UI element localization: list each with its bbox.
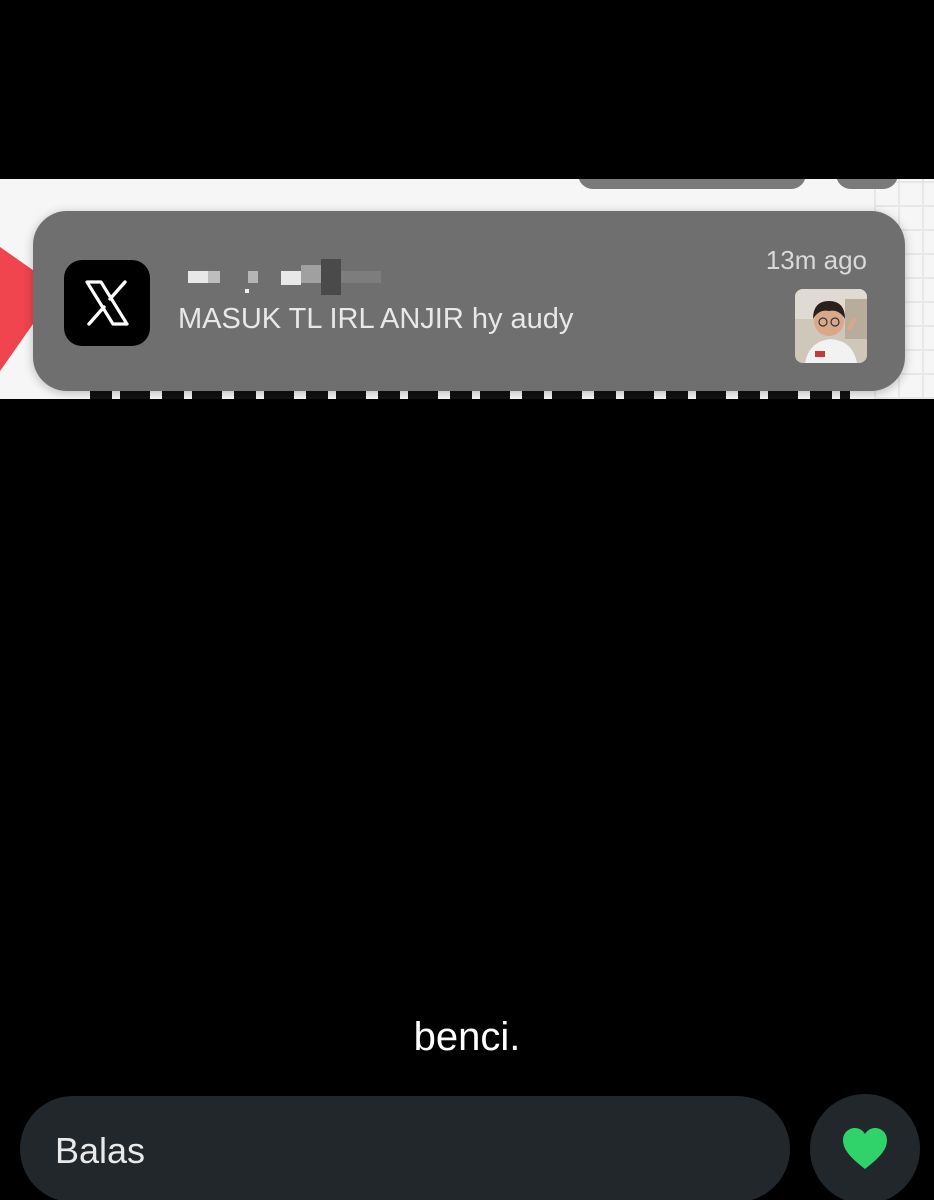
x-logo-icon (64, 260, 150, 346)
profile-photo-thumbnail (795, 289, 867, 363)
reply-placeholder: Balas (55, 1130, 146, 1171)
heart-icon (843, 1128, 887, 1169)
push-notification[interactable]: MASUK TL IRL ANJIR hy audy 13m ago (33, 211, 905, 391)
sender-name-censored (188, 255, 388, 295)
embed-pill-shape (578, 179, 806, 189)
notification-message: MASUK TL IRL ANJIR hy audy (178, 303, 574, 335)
like-button[interactable] (810, 1094, 920, 1200)
embed-bottom-text-fragment (90, 391, 850, 399)
story-caption: benci. (413, 1015, 521, 1059)
embed-pill-shape (836, 179, 898, 189)
notification-time: 13m ago (765, 245, 867, 275)
reply-input[interactable]: Balas (20, 1096, 790, 1200)
